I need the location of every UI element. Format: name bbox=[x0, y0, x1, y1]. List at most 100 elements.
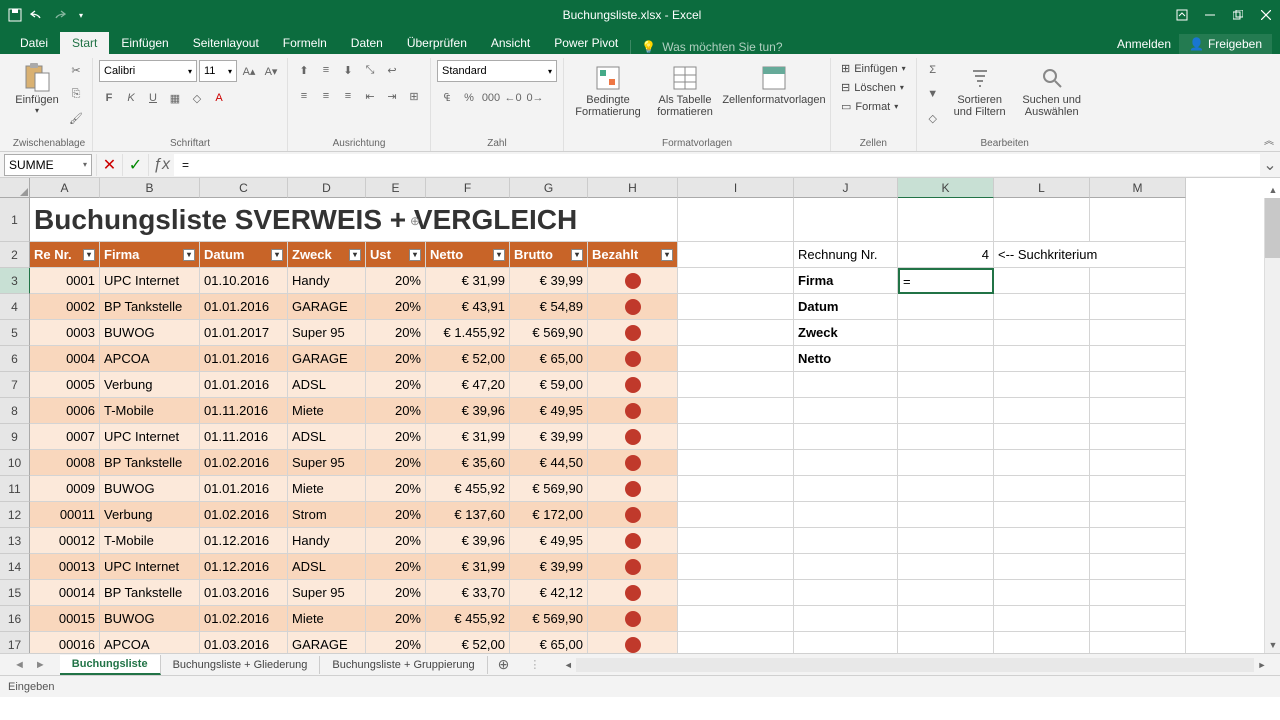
cell-bezahlt[interactable] bbox=[588, 528, 678, 554]
border-icon[interactable]: ▦ bbox=[165, 88, 185, 108]
cell[interactable] bbox=[1090, 450, 1186, 476]
lookup-value-firma[interactable]: = bbox=[898, 268, 994, 294]
table-header-4[interactable]: Ust▾ bbox=[366, 242, 426, 268]
expand-formula-bar-icon[interactable]: ⌄ bbox=[1260, 155, 1280, 175]
cell[interactable] bbox=[678, 580, 794, 606]
cell[interactable] bbox=[678, 372, 794, 398]
cell-firma[interactable]: BP Tankstelle bbox=[100, 450, 200, 476]
tab-review[interactable]: Überprüfen bbox=[395, 32, 479, 54]
cell[interactable] bbox=[1090, 320, 1186, 346]
cell-bezahlt[interactable] bbox=[588, 372, 678, 398]
cell-brutto[interactable]: € 39,99 bbox=[510, 554, 588, 580]
conditional-formatting-button[interactable]: Bedingte Formatierung bbox=[570, 60, 646, 120]
cell-nr[interactable]: 00012 bbox=[30, 528, 100, 554]
underline-button[interactable]: U bbox=[143, 88, 163, 108]
cell-brutto[interactable]: € 569,90 bbox=[510, 606, 588, 632]
tab-insert[interactable]: Einfügen bbox=[109, 32, 180, 54]
cell-nr[interactable]: 0007 bbox=[30, 424, 100, 450]
cell-styles-button[interactable]: Zellenformatvorlagen bbox=[724, 60, 824, 108]
row-header-5[interactable]: 5 bbox=[0, 320, 30, 346]
vertical-scrollbar[interactable]: ▲ ▼ bbox=[1264, 198, 1280, 653]
maximize-icon[interactable] bbox=[1224, 0, 1252, 30]
ribbon-display-options-icon[interactable] bbox=[1168, 0, 1196, 30]
cell-ust[interactable]: 20% bbox=[366, 450, 426, 476]
cell-brutto[interactable]: € 569,90 bbox=[510, 320, 588, 346]
table-header-1[interactable]: Firma▾ bbox=[100, 242, 200, 268]
cell-datum[interactable]: 01.10.2016 bbox=[200, 268, 288, 294]
cell[interactable] bbox=[994, 450, 1090, 476]
cell[interactable] bbox=[994, 294, 1090, 320]
cell[interactable] bbox=[898, 554, 994, 580]
row-header-10[interactable]: 10 bbox=[0, 450, 30, 476]
align-left-icon[interactable]: ≡ bbox=[294, 86, 314, 106]
cell[interactable] bbox=[678, 476, 794, 502]
cell[interactable] bbox=[678, 632, 794, 653]
cell-zweck[interactable]: GARAGE bbox=[288, 632, 366, 653]
cell-ust[interactable]: 20% bbox=[366, 320, 426, 346]
cell[interactable] bbox=[1090, 198, 1186, 242]
cell-firma[interactable]: APCOA bbox=[100, 346, 200, 372]
dec-decimal-icon[interactable]: 0→ bbox=[525, 88, 545, 108]
scroll-up-icon[interactable]: ▲ bbox=[1265, 182, 1280, 198]
column-header-J[interactable]: J bbox=[794, 178, 898, 198]
sort-filter-button[interactable]: Sortieren und Filtern bbox=[947, 60, 1013, 120]
cell-brutto[interactable]: € 49,95 bbox=[510, 398, 588, 424]
lookup-value-netto[interactable] bbox=[898, 346, 994, 372]
add-sheet-icon[interactable]: ⊕ bbox=[488, 656, 520, 673]
horizontal-scrollbar[interactable] bbox=[576, 658, 1254, 672]
cell-bezahlt[interactable] bbox=[588, 606, 678, 632]
cell[interactable] bbox=[994, 346, 1090, 372]
cell-zweck[interactable]: GARAGE bbox=[288, 294, 366, 320]
cell-netto[interactable]: € 52,00 bbox=[426, 632, 510, 653]
cancel-formula-icon[interactable]: ✕ bbox=[96, 154, 122, 176]
cell-bezahlt[interactable] bbox=[588, 424, 678, 450]
cell[interactable] bbox=[1090, 424, 1186, 450]
cell[interactable] bbox=[678, 606, 794, 632]
format-painter-icon[interactable]: 🖌 bbox=[66, 108, 86, 128]
cell-firma[interactable]: T-Mobile bbox=[100, 398, 200, 424]
cell-firma[interactable]: UPC Internet bbox=[100, 554, 200, 580]
align-top-icon[interactable]: ⬆ bbox=[294, 60, 314, 80]
cell-brutto[interactable]: € 65,00 bbox=[510, 632, 588, 653]
cell-ust[interactable]: 20% bbox=[366, 476, 426, 502]
format-as-table-button[interactable]: Als Tabelle formatieren bbox=[650, 60, 720, 120]
cell-bezahlt[interactable] bbox=[588, 268, 678, 294]
cell[interactable] bbox=[794, 424, 898, 450]
sheet-nav-prev-icon[interactable]: ◄ bbox=[14, 659, 25, 671]
fill-icon[interactable]: ▼ bbox=[923, 84, 943, 104]
row-header-1[interactable]: 1 bbox=[0, 198, 30, 242]
column-header-A[interactable]: A bbox=[30, 178, 100, 198]
cell-firma[interactable]: UPC Internet bbox=[100, 268, 200, 294]
cell-brutto[interactable]: € 65,00 bbox=[510, 346, 588, 372]
cell[interactable] bbox=[898, 606, 994, 632]
cell-brutto[interactable]: € 54,89 bbox=[510, 294, 588, 320]
cell-bezahlt[interactable] bbox=[588, 346, 678, 372]
sheet-tab-1[interactable]: Buchungsliste bbox=[60, 655, 161, 675]
merge-icon[interactable]: ⊞ bbox=[404, 86, 424, 106]
cell-brutto[interactable]: € 59,00 bbox=[510, 372, 588, 398]
row-header-9[interactable]: 9 bbox=[0, 424, 30, 450]
lookup-label-firma[interactable]: Firma bbox=[794, 268, 898, 294]
cell[interactable] bbox=[1090, 476, 1186, 502]
cell[interactable] bbox=[678, 398, 794, 424]
cell[interactable] bbox=[678, 528, 794, 554]
column-header-M[interactable]: M bbox=[1090, 178, 1186, 198]
cell-bezahlt[interactable] bbox=[588, 632, 678, 653]
cell[interactable] bbox=[994, 372, 1090, 398]
collapse-ribbon-icon[interactable]: ︽ bbox=[1264, 132, 1274, 147]
clear-icon[interactable]: ◇ bbox=[923, 108, 943, 128]
undo-icon[interactable] bbox=[30, 8, 44, 22]
tab-data[interactable]: Daten bbox=[339, 32, 395, 54]
cell-datum[interactable]: 01.11.2016 bbox=[200, 424, 288, 450]
column-header-L[interactable]: L bbox=[994, 178, 1090, 198]
cell[interactable] bbox=[794, 476, 898, 502]
cell[interactable] bbox=[994, 424, 1090, 450]
name-box[interactable]: SUMME▾ bbox=[4, 154, 92, 176]
cell-netto[interactable]: € 1.455,92 bbox=[426, 320, 510, 346]
cut-icon[interactable]: ✂ bbox=[66, 60, 86, 80]
cell-bezahlt[interactable] bbox=[588, 450, 678, 476]
cell-nr[interactable]: 00013 bbox=[30, 554, 100, 580]
lookup-label-zweck[interactable]: Zweck bbox=[794, 320, 898, 346]
decrease-font-icon[interactable]: A▾ bbox=[261, 61, 281, 81]
cell-bezahlt[interactable] bbox=[588, 398, 678, 424]
